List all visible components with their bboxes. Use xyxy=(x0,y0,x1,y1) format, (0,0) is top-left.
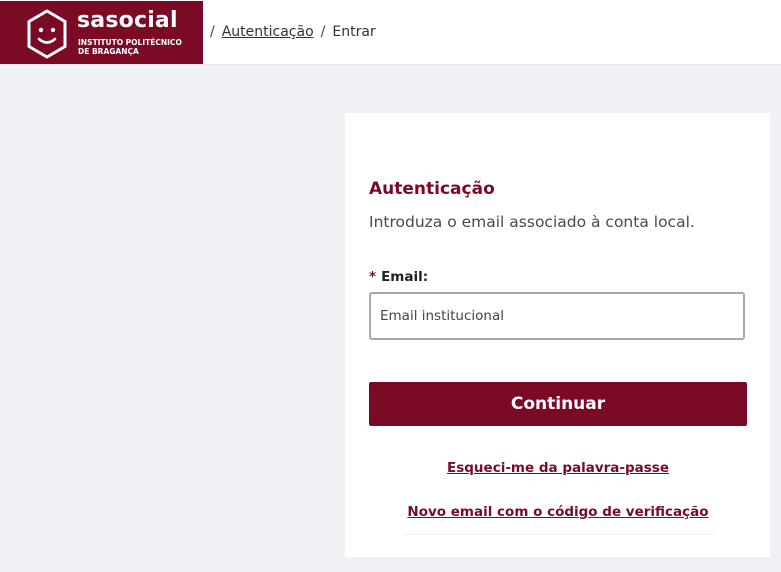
breadcrumb-separator: / xyxy=(320,24,326,40)
page-title: Autenticação xyxy=(369,179,495,199)
divider xyxy=(403,534,715,535)
breadcrumb-separator: / xyxy=(210,24,215,40)
breadcrumb-item-autenticacao[interactable]: Autenticação xyxy=(222,24,314,40)
forgot-password-link[interactable]: Esqueci-me da palavra-passe xyxy=(369,460,747,476)
required-marker: * xyxy=(369,269,377,285)
email-label: * Email: xyxy=(369,269,428,285)
brand-name: sasocial xyxy=(77,8,178,33)
continue-button[interactable]: Continuar xyxy=(369,382,747,426)
smiley-hexagon-icon xyxy=(27,9,67,59)
email-label-text: Email: xyxy=(381,269,429,285)
brand-subtitle: INSTITUTO POLITÉCNICO DE BRAGANÇA xyxy=(78,38,182,56)
login-card: Autenticação Introduza o email associado… xyxy=(345,113,770,557)
email-input[interactable] xyxy=(369,292,745,340)
breadcrumb-item-entrar: Entrar xyxy=(332,24,376,40)
brand-logo[interactable]: sasocial INSTITUTO POLITÉCNICO DE BRAGAN… xyxy=(0,1,203,64)
new-email-code-link[interactable]: Novo email com o código de verificação xyxy=(369,504,747,520)
login-description: Introduza o email associado à conta loca… xyxy=(369,213,695,231)
top-bar: sasocial INSTITUTO POLITÉCNICO DE BRAGAN… xyxy=(0,0,781,65)
breadcrumb: / Autenticação / Entrar xyxy=(210,24,376,40)
